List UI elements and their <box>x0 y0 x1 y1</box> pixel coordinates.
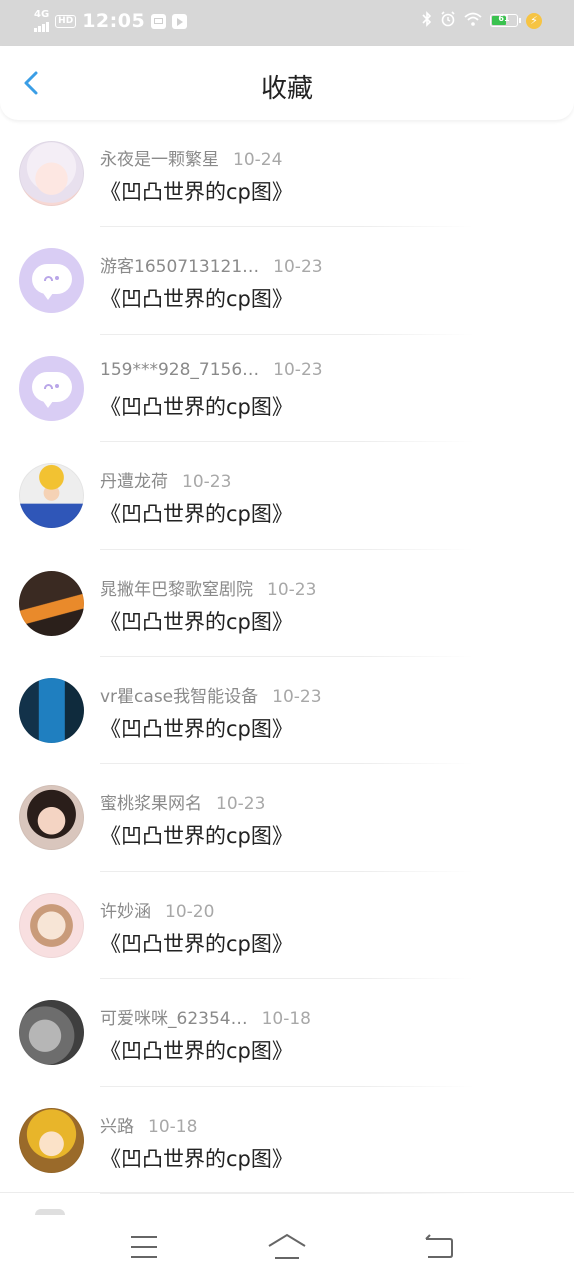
avatar[interactable] <box>19 355 84 421</box>
item-username[interactable]: 永夜是一颗繁星 <box>100 150 219 170</box>
item-title[interactable]: 《凹凸世界的cp图》 <box>100 391 293 421</box>
item-title[interactable]: 《凹凸世界的cp图》 <box>100 820 293 850</box>
list-item[interactable]: 永夜是一颗繁星 10-24 《凹凸世界的cp图》 <box>0 120 574 228</box>
item-username[interactable]: vr瞿case我智能设备 <box>100 687 258 707</box>
item-username[interactable]: 丹遭龙荷 <box>100 472 168 492</box>
item-title[interactable]: 《凹凸世界的cp图》 <box>100 928 293 958</box>
status-left: 4G HD 12:05 <box>34 10 188 32</box>
menu-icon <box>131 1236 157 1258</box>
item-meta: 永夜是一颗繁星 10-24 <box>100 145 282 170</box>
list-item[interactable]: 兴路 10-18 《凹凸世界的cp图》 <box>0 1087 574 1194</box>
partial-avatar <box>35 1209 65 1215</box>
list-item[interactable]: 可爱咪咪_62354… 10-18 《凹凸世界的cp图》 <box>0 979 574 1087</box>
avatar[interactable] <box>19 785 84 851</box>
item-meta: 159***928_7156… 10-23 <box>100 360 323 380</box>
avatar[interactable] <box>19 570 84 636</box>
item-meta: 兴路 10-18 <box>100 1112 197 1137</box>
status-time: 12:05 <box>82 10 146 32</box>
signal-icon: 4G <box>34 10 49 32</box>
item-title[interactable]: 《凹凸世界的cp图》 <box>100 713 293 743</box>
item-meta: 可爱咪咪_62354… 10-18 <box>100 1004 311 1029</box>
avatar-eye-icon <box>44 383 53 389</box>
divider <box>0 1192 574 1193</box>
video-notification-icon <box>172 13 188 29</box>
avatar-eye-icon <box>55 383 59 388</box>
avatar[interactable] <box>19 892 84 958</box>
avatar[interactable] <box>19 248 84 314</box>
list-item[interactable]: 许妙涵 10-20 《凹凸世界的cp图》 <box>0 872 574 980</box>
item-date: 10-23 <box>182 472 232 493</box>
item-username[interactable]: 兴路 <box>100 1117 134 1137</box>
item-meta: 丹遭龙荷 10-23 <box>100 467 231 492</box>
network-type: 4G <box>34 9 50 20</box>
item-username[interactable]: 蜜桃浆果网名 <box>100 794 202 814</box>
item-title[interactable]: 《凹凸世界的cp图》 <box>100 606 293 636</box>
item-title[interactable]: 《凹凸世界的cp图》 <box>100 498 293 528</box>
item-date: 10-18 <box>261 1009 311 1030</box>
avatar[interactable] <box>19 677 84 743</box>
item-title[interactable]: 《凹凸世界的cp图》 <box>100 176 293 206</box>
status-bar: 4G HD 12:05 61 ⚡ <box>0 0 574 46</box>
favorites-list: 永夜是一颗繁星 10-24 《凹凸世界的cp图》 游客1650713121… 10-23… <box>0 120 574 1194</box>
mail-notification-icon <box>151 13 167 29</box>
system-back-button[interactable] <box>420 1230 460 1264</box>
item-meta: vr瞿case我智能设备 10-23 <box>100 682 322 707</box>
wifi-icon <box>464 12 482 29</box>
item-username[interactable]: 许妙涵 <box>100 902 151 922</box>
home-icon <box>268 1233 306 1259</box>
item-date: 10-18 <box>148 1116 198 1137</box>
item-date: 10-23 <box>273 359 323 380</box>
item-date: 10-23 <box>267 579 317 600</box>
item-title[interactable]: 《凹凸世界的cp图》 <box>100 1143 293 1173</box>
item-title[interactable]: 《凹凸世界的cp图》 <box>100 283 293 313</box>
list-item[interactable]: 丹遭龙荷 10-23 《凹凸世界的cp图》 <box>0 442 574 550</box>
page-title: 收藏 <box>260 74 313 104</box>
avatar[interactable] <box>19 141 84 206</box>
status-right: 61 ⚡ <box>422 11 542 30</box>
bluetooth-icon <box>422 11 432 30</box>
avatar-eye-icon <box>44 276 53 282</box>
item-date: 10-23 <box>273 257 323 278</box>
item-username[interactable]: 晁撇年巴黎歌窒剧院 <box>100 580 253 600</box>
item-meta: 晁撇年巴黎歌窒剧院 10-23 <box>100 575 316 600</box>
alarm-icon <box>440 11 456 30</box>
item-username[interactable]: 159***928_7156… <box>100 360 259 380</box>
list-item[interactable]: 游客1650713121… 10-23 《凹凸世界的cp图》 <box>0 227 574 335</box>
hd-badge: HD <box>55 14 77 28</box>
back-icon <box>425 1234 453 1258</box>
divider <box>100 1192 474 1194</box>
item-date: 10-23 <box>216 794 266 815</box>
item-title[interactable]: 《凹凸世界的cp图》 <box>100 1035 293 1065</box>
list-item[interactable]: 蜜桃浆果网名 10-23 《凹凸世界的cp图》 <box>0 764 574 872</box>
header: 收藏 <box>0 46 574 120</box>
menu-button[interactable] <box>124 1230 164 1264</box>
item-date: 10-23 <box>272 686 322 707</box>
item-meta: 蜜桃浆果网名 10-23 <box>100 789 265 814</box>
charging-icon: ⚡ <box>526 12 542 29</box>
list-item[interactable]: vr瞿case我智能设备 10-23 《凹凸世界的cp图》 <box>0 657 574 765</box>
home-button[interactable] <box>266 1230 308 1264</box>
system-nav-bar <box>0 1216 574 1280</box>
battery-level: 61 <box>498 14 510 23</box>
item-meta: 游客1650713121… 10-23 <box>100 252 323 277</box>
item-username[interactable]: 可爱咪咪_62354… <box>100 1009 248 1029</box>
avatar[interactable] <box>19 1000 84 1066</box>
list-item[interactable]: 晁撇年巴黎歌窒剧院 10-23 《凹凸世界的cp图》 <box>0 550 574 657</box>
avatar[interactable] <box>19 463 84 529</box>
battery-icon: 61 <box>490 14 521 27</box>
item-date: 10-24 <box>233 150 283 170</box>
item-meta: 许妙涵 10-20 <box>100 897 214 922</box>
signal-bars <box>34 20 49 32</box>
avatar[interactable] <box>19 1107 84 1173</box>
item-date: 10-20 <box>165 901 215 922</box>
item-username[interactable]: 游客1650713121… <box>100 257 259 277</box>
list-item[interactable]: 159***928_7156… 10-23 《凹凸世界的cp图》 <box>0 335 574 443</box>
